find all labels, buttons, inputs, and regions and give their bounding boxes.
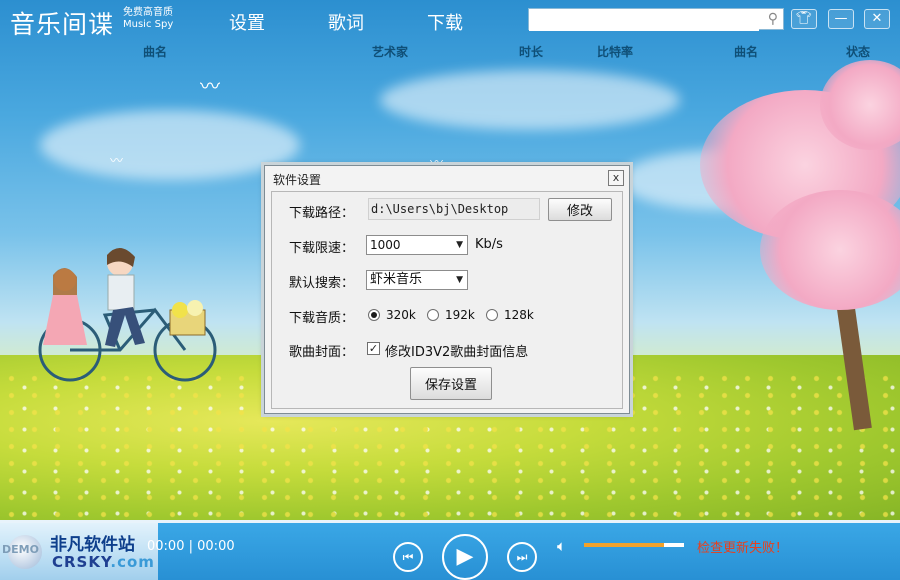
- chevron-down-icon: ▼: [456, 275, 463, 285]
- play-icon: ▶︎: [456, 544, 474, 569]
- title-bar: 音乐间谍 免费高音质 Music Spy 设置 歌词 下载 ⚲ 👕︎ — ✕: [0, 0, 900, 39]
- close-icon: ✕: [871, 11, 883, 26]
- minimize-button[interactable]: —: [828, 9, 854, 29]
- speed-limit-select[interactable]: 1000 ▼: [366, 235, 468, 255]
- save-settings-button[interactable]: 保存设置: [410, 367, 492, 400]
- nav-lyrics[interactable]: 歌词: [328, 9, 364, 35]
- close-button[interactable]: ✕: [864, 9, 890, 29]
- quality-radio-320k[interactable]: [368, 309, 380, 321]
- quality-label: 下载音质：: [289, 311, 355, 326]
- cover-label: 歌曲封面：: [289, 345, 355, 360]
- quality-option-label: 320k: [386, 308, 416, 322]
- search-box: ⚲: [528, 8, 784, 31]
- watermark: DEMO 非凡软件站 CRSKY.com: [0, 523, 158, 580]
- cover-checkbox-label: 修改ID3V2歌曲封面信息: [385, 345, 529, 360]
- minimize-icon: —: [834, 11, 848, 26]
- quality-option-label: 128k: [504, 308, 534, 322]
- volume-fill: [584, 543, 664, 547]
- column-header-title-2[interactable]: 曲名: [734, 43, 758, 60]
- search-source-select[interactable]: 虾米音乐 ▼: [366, 270, 468, 290]
- quality-option-label: 192k: [445, 308, 475, 322]
- download-path-field[interactable]: d:\Users\bj\Desktop: [368, 198, 540, 220]
- dialog-body: 下载路径： d:\Users\bj\Desktop 修改 下载限速： 1000 …: [271, 191, 623, 409]
- volume-icon[interactable]: 🔈︎: [557, 537, 566, 555]
- tshirt-icon: 👕︎: [795, 11, 813, 26]
- play-button[interactable]: ▶︎: [442, 534, 488, 580]
- demo-label: DEMO: [2, 543, 39, 556]
- previous-icon: ⏮︎: [402, 550, 414, 564]
- column-header-duration[interactable]: 时长: [519, 43, 543, 60]
- next-button[interactable]: ⏭︎: [507, 542, 537, 572]
- quality-radio-128k[interactable]: [486, 309, 498, 321]
- search-source-label: 默认搜索：: [289, 276, 355, 291]
- bird-icon: 〰: [200, 74, 220, 98]
- time-display: 00:00 | 00:00: [147, 539, 235, 554]
- search-icon[interactable]: ⚲: [768, 11, 778, 27]
- chevron-down-icon: ▼: [456, 240, 463, 250]
- time-total: 00:00: [197, 539, 235, 554]
- cover-checkbox[interactable]: ✓: [367, 342, 380, 355]
- column-header-artist[interactable]: 艺术家: [372, 43, 408, 60]
- nav-download[interactable]: 下载: [427, 9, 463, 35]
- dialog-close-button[interactable]: x: [608, 170, 624, 186]
- change-path-button[interactable]: 修改: [548, 198, 612, 221]
- app-logo-subtitle: 免费高音质 Music Spy: [123, 7, 174, 30]
- next-icon: ⏭︎: [516, 550, 528, 564]
- previous-button[interactable]: ⏮︎: [393, 542, 423, 572]
- path-label: 下载路径：: [289, 206, 355, 221]
- column-header-status[interactable]: 状态: [846, 43, 870, 60]
- update-status: 检查更新失败！: [697, 541, 789, 556]
- couple-bicycle-illustration: [38, 247, 217, 382]
- player-bar: DEMO 非凡软件站 CRSKY.com 00:00 | 00:00 ⏮︎ ▶︎…: [0, 520, 900, 580]
- app-logo: 音乐间谍: [10, 10, 115, 39]
- watermark-title: 非凡软件站: [50, 535, 135, 555]
- speed-unit: Kb/s: [475, 237, 503, 252]
- close-icon: x: [612, 171, 620, 184]
- nav-settings[interactable]: 设置: [229, 9, 265, 35]
- speed-label: 下载限速：: [289, 241, 355, 256]
- quality-radio-192k[interactable]: [427, 309, 439, 321]
- time-current: 00:00: [147, 539, 185, 554]
- dialog-title: 软件设置: [273, 173, 322, 187]
- column-header-bitrate[interactable]: 比特率: [597, 43, 633, 60]
- column-header-title[interactable]: 曲名: [143, 43, 167, 60]
- skin-button[interactable]: 👕︎: [791, 9, 817, 29]
- settings-dialog: 软件设置 x 下载路径： d:\Users\bj\Desktop 修改 下载限速…: [264, 165, 630, 414]
- search-input[interactable]: [529, 10, 759, 31]
- bird-icon: 〰: [110, 154, 124, 169]
- volume-slider[interactable]: [584, 543, 684, 547]
- watermark-domain: CRSKY.com: [52, 553, 155, 571]
